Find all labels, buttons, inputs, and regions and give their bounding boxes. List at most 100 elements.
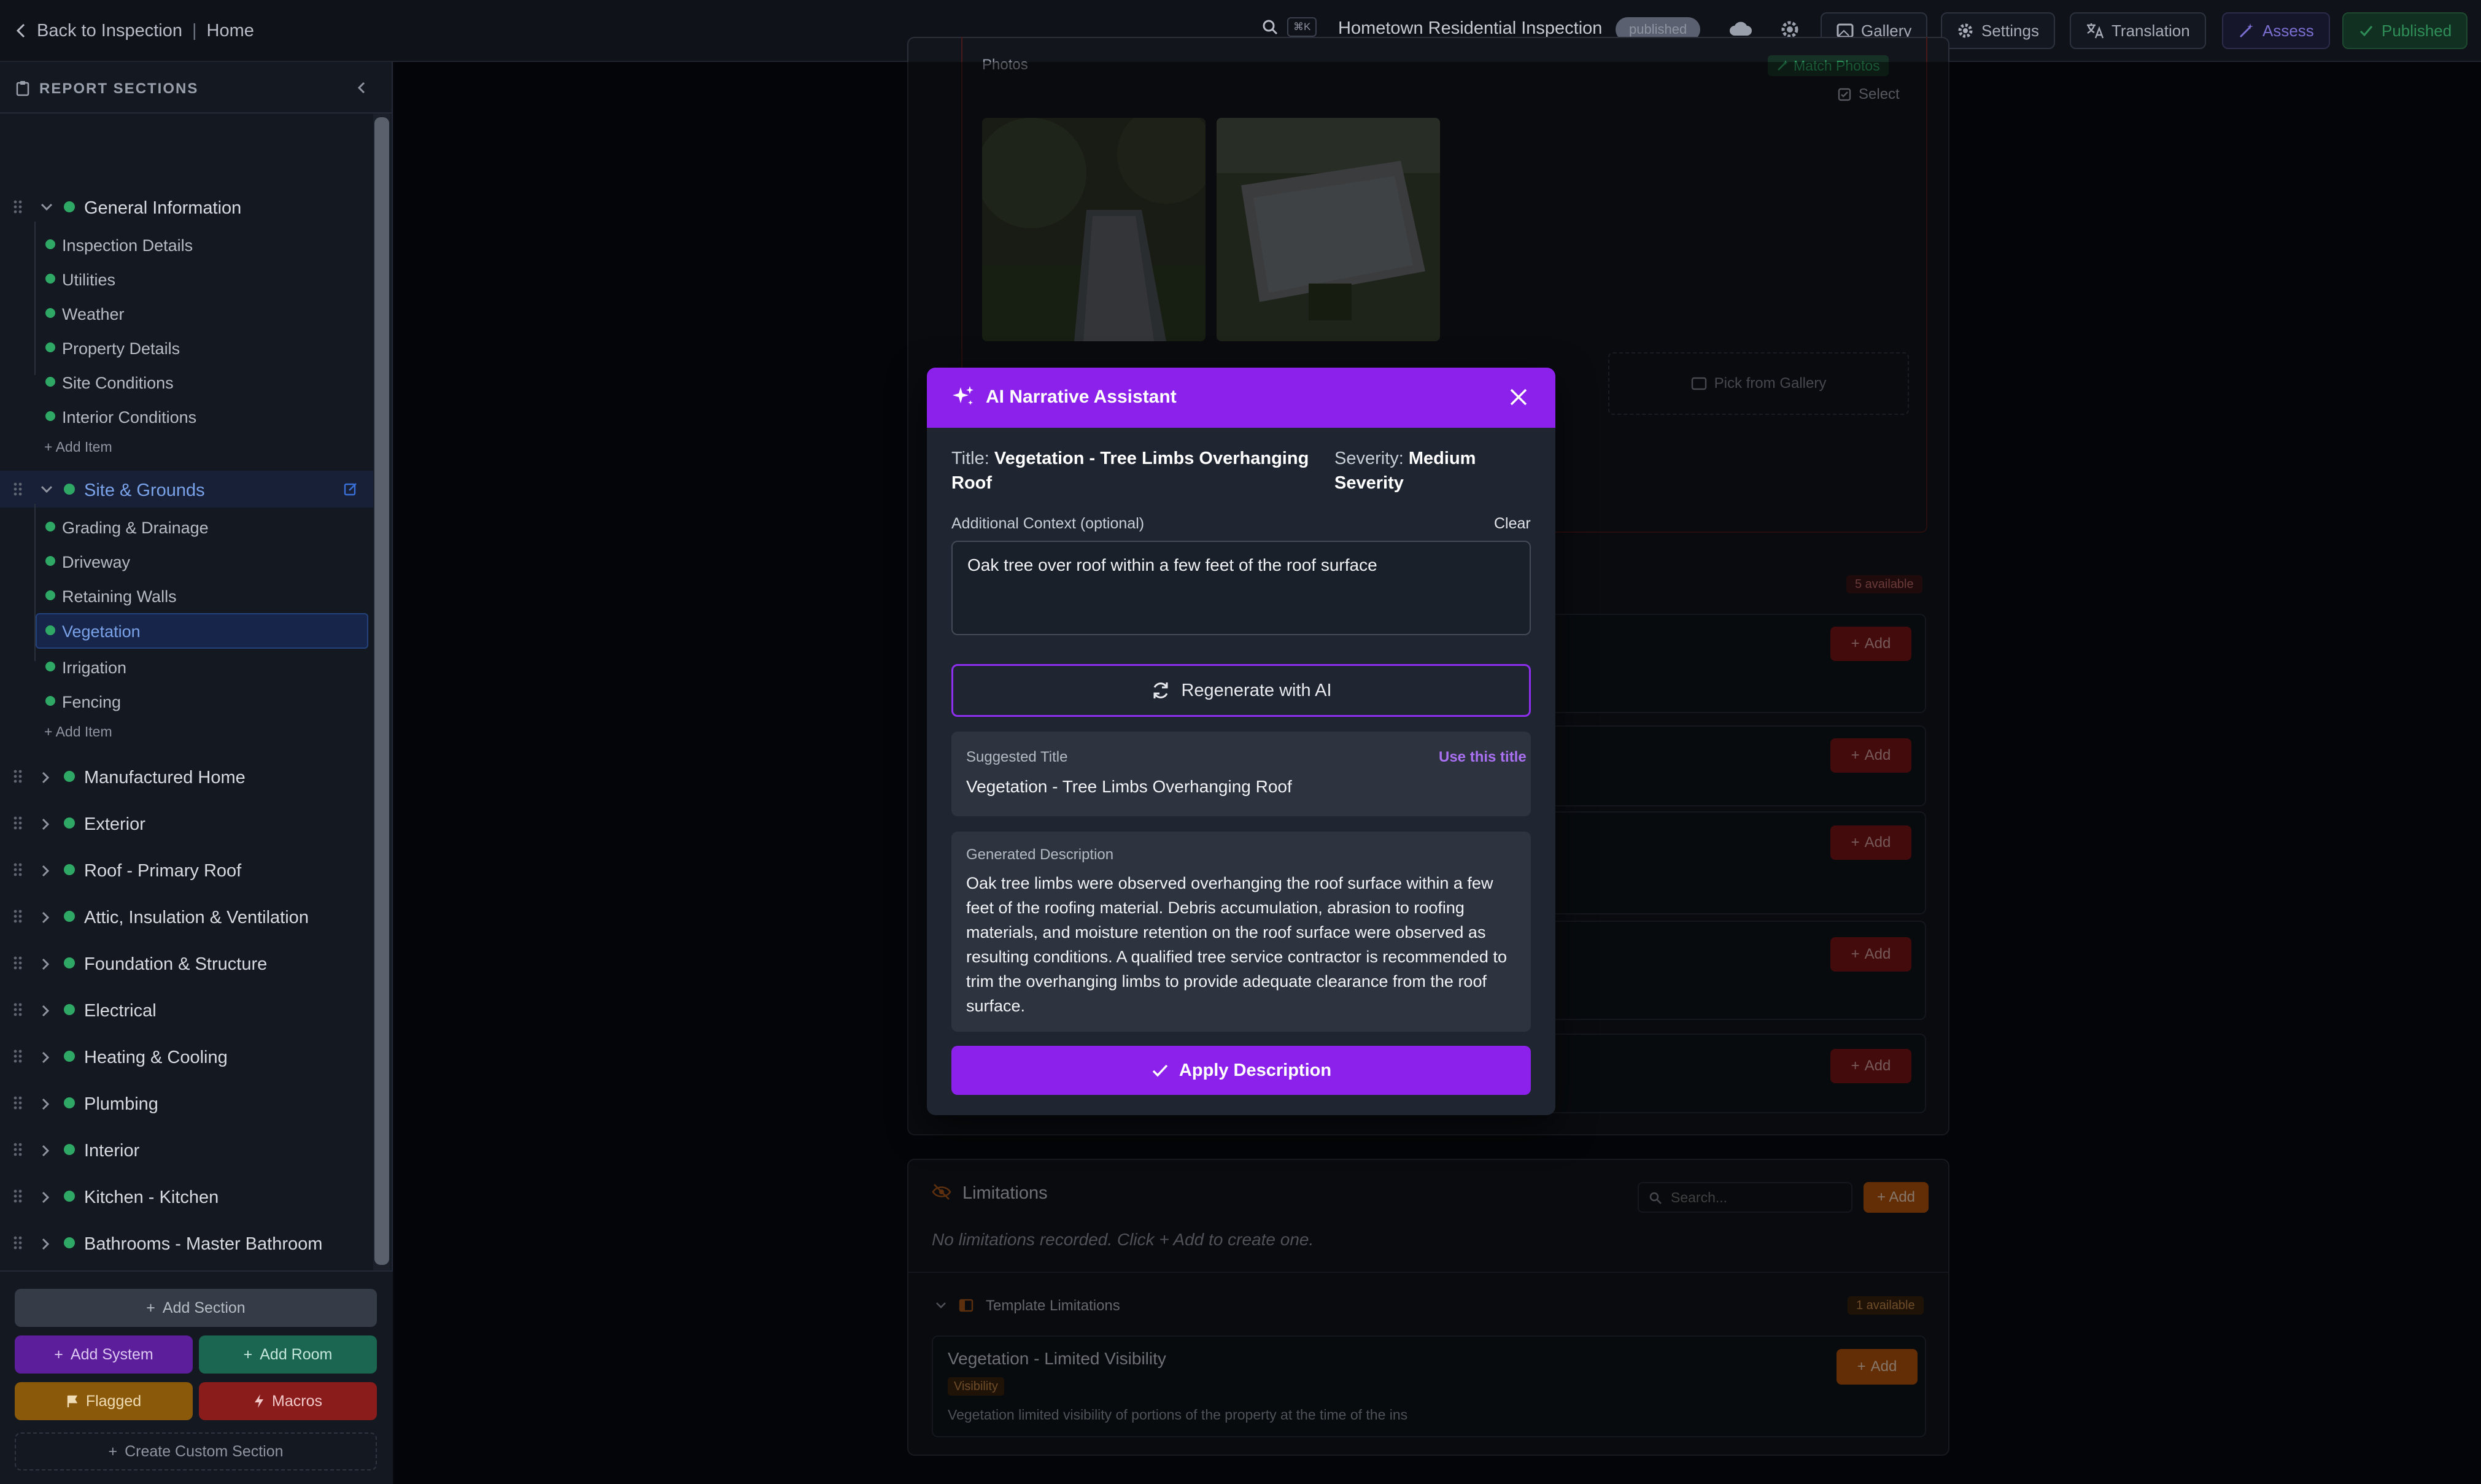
item-driveway[interactable]: Driveway bbox=[0, 544, 373, 579]
item-label: Retaining Walls bbox=[62, 587, 177, 606]
section-collapsed[interactable]: Roof - Primary Roof bbox=[0, 852, 373, 887]
clear-button[interactable]: Clear bbox=[1494, 515, 1531, 533]
chevron-right-icon[interactable] bbox=[39, 770, 52, 785]
section-site-grounds[interactable]: Site & Grounds bbox=[0, 472, 373, 506]
item-inspection-details[interactable]: Inspection Details bbox=[0, 228, 373, 262]
back-to-inspection-link[interactable]: Back to Inspection | Home bbox=[15, 17, 254, 44]
generated-description-box: Generated Description Oak tree limbs wer… bbox=[951, 832, 1531, 1032]
assess-button[interactable]: Assess bbox=[2222, 12, 2330, 49]
chevron-right-icon[interactable] bbox=[39, 910, 52, 925]
magic-wand-icon bbox=[2238, 22, 2255, 39]
drag-handle-icon[interactable] bbox=[14, 769, 22, 784]
chevron-right-icon[interactable] bbox=[39, 1003, 52, 1018]
chevron-left-icon bbox=[15, 22, 27, 39]
chevron-right-icon[interactable] bbox=[39, 1237, 52, 1251]
check-icon bbox=[1151, 1062, 1169, 1079]
context-label: Additional Context (optional) bbox=[951, 515, 1145, 532]
create-custom-section-button[interactable]: + Create Custom Section bbox=[15, 1432, 377, 1470]
item-grading-drainage[interactable]: Grading & Drainage bbox=[0, 510, 373, 544]
item-property-details[interactable]: Property Details bbox=[0, 331, 373, 365]
drag-handle-icon[interactable] bbox=[14, 199, 22, 214]
item-label: Inspection Details bbox=[62, 236, 193, 255]
create-custom-label: Create Custom Section bbox=[125, 1442, 284, 1460]
item-label: Driveway bbox=[62, 553, 131, 571]
section-title: Kitchen - Kitchen bbox=[84, 1188, 219, 1207]
status-dot bbox=[45, 556, 55, 566]
add-room-button[interactable]: + Add Room bbox=[199, 1335, 377, 1374]
item-label: Interior Conditions bbox=[62, 408, 197, 427]
item-vegetation[interactable]: Vegetation bbox=[0, 614, 373, 648]
home-breadcrumb[interactable]: Home bbox=[207, 21, 254, 41]
item-label: Weather bbox=[62, 305, 125, 323]
section-collapsed[interactable]: Bathrooms - Master Bathroom bbox=[0, 1226, 373, 1260]
regenerate-button[interactable]: Regenerate with AI bbox=[951, 664, 1531, 717]
item-retaining-walls[interactable]: Retaining Walls bbox=[0, 579, 373, 613]
drag-handle-icon[interactable] bbox=[14, 862, 22, 877]
drag-handle-icon[interactable] bbox=[14, 816, 22, 830]
drag-handle-icon[interactable] bbox=[14, 956, 22, 970]
section-collapsed[interactable]: Manufactured Home bbox=[0, 759, 373, 794]
sparkles-icon bbox=[951, 385, 976, 409]
sidebar-scrollbar[interactable] bbox=[373, 114, 390, 1270]
chevron-down-icon[interactable] bbox=[39, 201, 54, 213]
item-utilities[interactable]: Utilities bbox=[0, 262, 373, 296]
status-dot bbox=[64, 201, 75, 212]
section-title: Roof - Primary Roof bbox=[84, 861, 242, 881]
status-dot bbox=[64, 1237, 75, 1248]
collapse-sidebar-icon[interactable] bbox=[356, 79, 367, 96]
drag-handle-icon[interactable] bbox=[14, 1189, 22, 1204]
add-item-button[interactable]: + Add Item bbox=[44, 439, 112, 455]
apply-description-button[interactable]: Apply Description bbox=[951, 1046, 1531, 1095]
section-collapsed[interactable]: Kitchen - Kitchen bbox=[0, 1179, 373, 1213]
search-trigger[interactable]: ⌘K bbox=[1261, 17, 1317, 37]
section-collapsed[interactable]: Electrical bbox=[0, 992, 373, 1027]
flagged-button[interactable]: Flagged bbox=[15, 1382, 193, 1420]
translation-button[interactable]: Translation bbox=[2070, 12, 2206, 49]
section-collapsed[interactable]: Plumbing bbox=[0, 1086, 373, 1120]
status-dot bbox=[45, 522, 55, 531]
section-collapsed[interactable]: Heating & Cooling bbox=[0, 1039, 373, 1073]
add-item-label: Add Item bbox=[55, 724, 112, 740]
close-icon[interactable] bbox=[1508, 386, 1530, 408]
item-interior-conditions[interactable]: Interior Conditions bbox=[0, 400, 373, 434]
drag-handle-icon[interactable] bbox=[14, 1002, 22, 1017]
drag-handle-icon[interactable] bbox=[14, 1142, 22, 1157]
breadcrumb-separator: | bbox=[192, 20, 197, 41]
status-dot bbox=[45, 308, 55, 318]
drag-handle-icon[interactable] bbox=[14, 1096, 22, 1110]
chevron-right-icon[interactable] bbox=[39, 1050, 52, 1065]
item-fencing[interactable]: Fencing bbox=[0, 684, 373, 719]
context-textarea[interactable]: Oak tree over roof within a few feet of … bbox=[951, 541, 1531, 635]
add-system-button[interactable]: + Add System bbox=[15, 1335, 193, 1374]
chevron-right-icon[interactable] bbox=[39, 1143, 52, 1158]
item-irrigation[interactable]: Irrigation bbox=[0, 650, 373, 684]
edit-icon[interactable] bbox=[344, 482, 358, 497]
section-general-information[interactable]: General Information bbox=[0, 190, 373, 224]
regenerate-label: Regenerate with AI bbox=[1181, 680, 1332, 700]
section-title: Site & Grounds bbox=[84, 481, 205, 500]
drag-handle-icon[interactable] bbox=[14, 909, 22, 924]
chevron-right-icon[interactable] bbox=[39, 1097, 52, 1111]
use-this-title-button[interactable]: Use this title bbox=[1439, 749, 1527, 766]
item-label: Utilities bbox=[62, 271, 116, 289]
chevron-right-icon[interactable] bbox=[39, 817, 52, 832]
scrollbar-thumb[interactable] bbox=[374, 117, 389, 1265]
drag-handle-icon[interactable] bbox=[14, 1235, 22, 1250]
add-item-button[interactable]: + Add Item bbox=[44, 724, 112, 740]
item-weather[interactable]: Weather bbox=[0, 296, 373, 331]
chevron-right-icon[interactable] bbox=[39, 1190, 52, 1205]
section-collapsed[interactable]: Interior bbox=[0, 1132, 373, 1167]
settings-button[interactable]: Settings bbox=[1941, 12, 2055, 49]
drag-handle-icon[interactable] bbox=[14, 482, 22, 497]
chevron-right-icon[interactable] bbox=[39, 864, 52, 878]
add-section-button[interactable]: + Add Section bbox=[15, 1289, 377, 1327]
macros-button[interactable]: Macros bbox=[199, 1382, 377, 1420]
drag-handle-icon[interactable] bbox=[14, 1049, 22, 1064]
item-site-conditions[interactable]: Site Conditions bbox=[0, 365, 373, 400]
chevron-right-icon[interactable] bbox=[39, 957, 52, 972]
section-collapsed[interactable]: Exterior bbox=[0, 806, 373, 840]
section-collapsed[interactable]: Foundation & Structure bbox=[0, 946, 373, 980]
chevron-down-icon[interactable] bbox=[39, 483, 54, 495]
published-button[interactable]: Published bbox=[2342, 12, 2468, 49]
section-collapsed[interactable]: Attic, Insulation & Ventilation bbox=[0, 899, 373, 933]
